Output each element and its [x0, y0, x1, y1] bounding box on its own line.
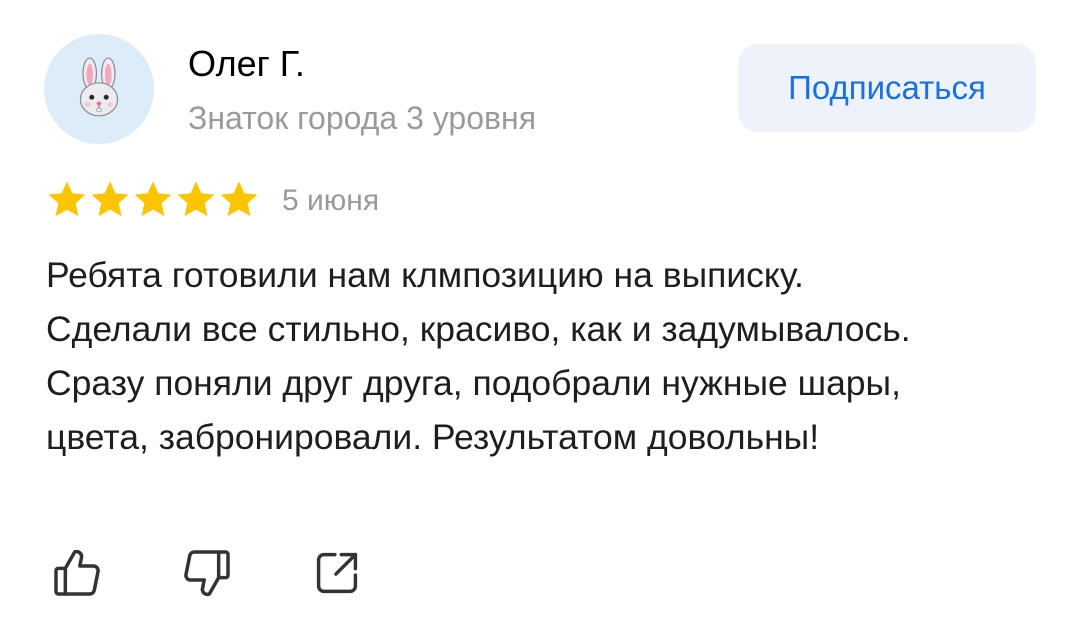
star-icon	[89, 180, 131, 220]
author-level: Знаток города 3 уровня	[188, 100, 537, 136]
share-icon	[316, 552, 358, 594]
dislike-button[interactable]	[174, 540, 240, 606]
star-rating	[46, 180, 260, 220]
thumbs-up-icon	[54, 549, 100, 596]
like-button[interactable]	[44, 540, 110, 606]
review-card: Олег Г. Знаток города 3 уровня Подписать…	[0, 0, 1080, 634]
share-button[interactable]	[304, 540, 370, 606]
review-text: Ребята готовили нам клмпозицию на выписк…	[46, 255, 911, 457]
bunny-avatar-icon	[79, 57, 119, 117]
author-name[interactable]: Олег Г.	[188, 42, 305, 86]
review-date: 5 июня	[282, 184, 380, 217]
star-icon	[46, 180, 88, 220]
thumbs-down-icon	[184, 550, 230, 597]
star-icon	[218, 180, 260, 220]
avatar[interactable]	[44, 34, 154, 144]
subscribe-button[interactable]: Подписаться	[738, 44, 1036, 132]
review-actions	[44, 540, 370, 606]
star-icon	[175, 180, 217, 220]
star-icon	[132, 180, 174, 220]
